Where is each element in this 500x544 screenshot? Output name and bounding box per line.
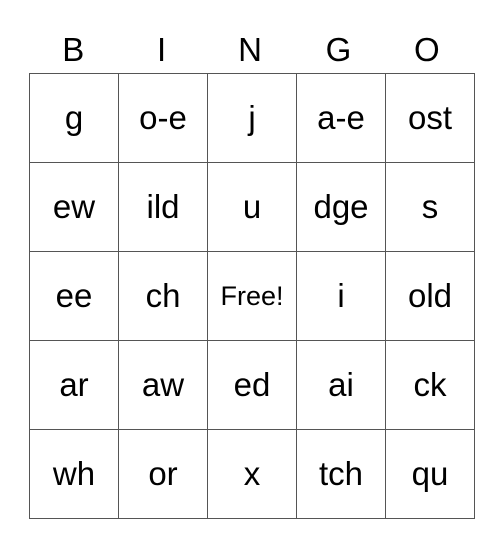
grid-row: wh or x tch qu [29, 429, 475, 519]
grid-row: ee ch Free! i old [29, 251, 475, 341]
bingo-cell[interactable]: old [385, 251, 475, 341]
bingo-cell[interactable]: ild [118, 162, 208, 252]
header-letter-b: B [62, 31, 85, 68]
bingo-grid: g o-e j a-e ost ew ild u dge s ee ch Fre… [29, 73, 475, 519]
grid-row: ar aw ed ai ck [29, 340, 475, 430]
bingo-cell[interactable]: ew [29, 162, 119, 252]
free-space-cell[interactable]: Free! [207, 251, 297, 341]
header-letter-n: N [238, 31, 262, 68]
header-letter-g: G [325, 31, 352, 68]
bingo-cell[interactable]: ed [207, 340, 297, 430]
bingo-cell[interactable]: ost [385, 73, 475, 163]
bingo-cell[interactable]: or [118, 429, 208, 519]
bingo-cell[interactable]: ck [385, 340, 475, 430]
bingo-cell[interactable]: u [207, 162, 297, 252]
bingo-cell[interactable]: wh [29, 429, 119, 519]
bingo-cell[interactable]: x [207, 429, 297, 519]
bingo-cell[interactable]: s [385, 162, 475, 252]
bingo-header: B I N G O [29, 30, 471, 70]
bingo-cell[interactable]: o-e [118, 73, 208, 163]
header-letter-i: I [157, 31, 167, 68]
grid-row: g o-e j a-e ost [29, 73, 475, 163]
bingo-cell[interactable]: ee [29, 251, 119, 341]
bingo-cell[interactable]: i [296, 251, 386, 341]
bingo-cell[interactable]: aw [118, 340, 208, 430]
bingo-cell[interactable]: dge [296, 162, 386, 252]
bingo-cell[interactable]: ch [118, 251, 208, 341]
bingo-cell[interactable]: g [29, 73, 119, 163]
bingo-cell[interactable]: j [207, 73, 297, 163]
bingo-cell[interactable]: tch [296, 429, 386, 519]
bingo-cell[interactable]: ar [29, 340, 119, 430]
bingo-cell[interactable]: qu [385, 429, 475, 519]
header-letter-o: O [413, 31, 440, 68]
bingo-cell[interactable]: a-e [296, 73, 386, 163]
grid-row: ew ild u dge s [29, 162, 475, 252]
bingo-cell[interactable]: ai [296, 340, 386, 430]
